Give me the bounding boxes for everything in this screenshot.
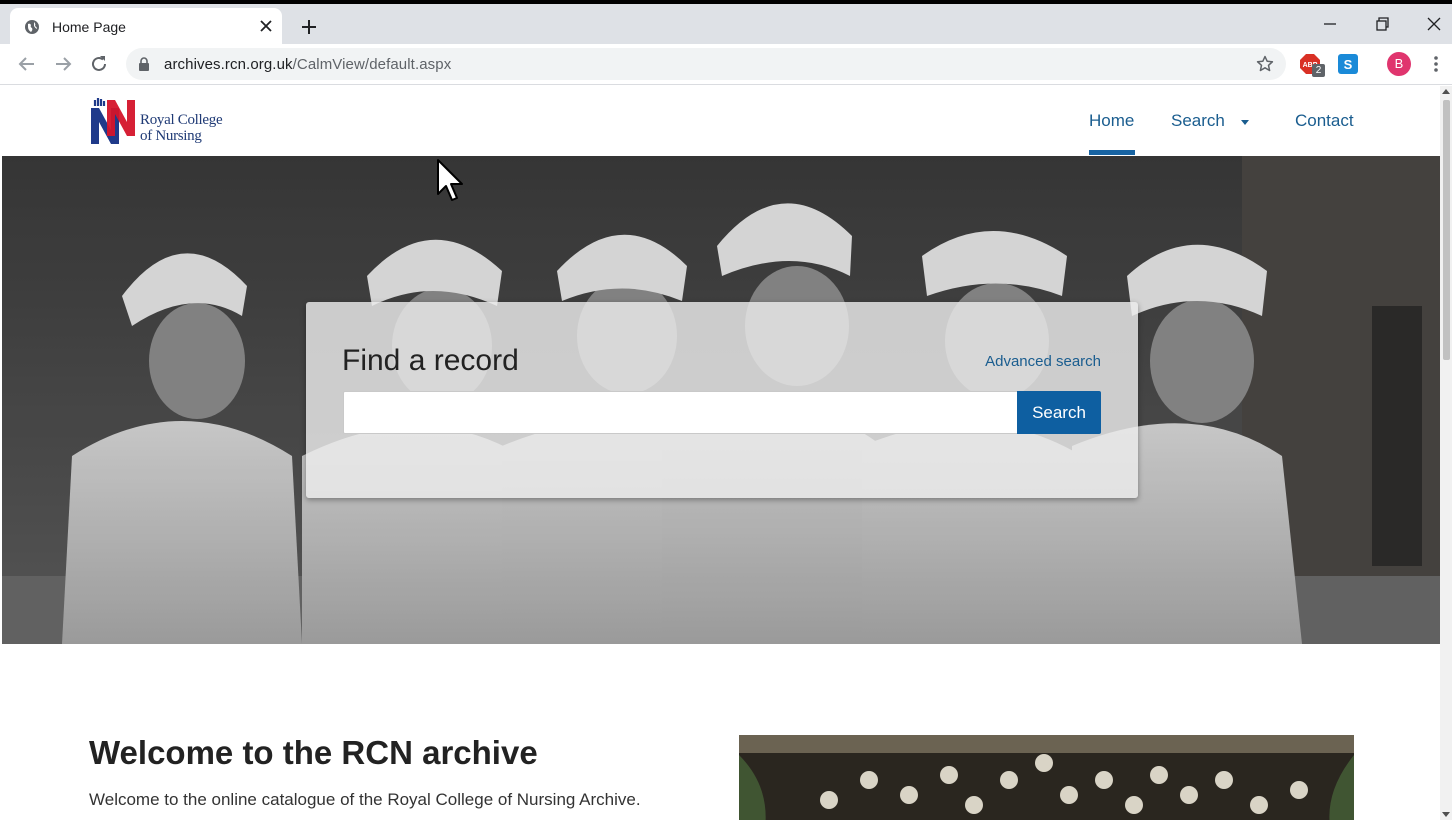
- minimize-icon[interactable]: [1318, 12, 1342, 36]
- star-icon[interactable]: [1256, 55, 1274, 73]
- find-record-title: Find a record: [342, 344, 519, 377]
- address-bar[interactable]: archives.rcn.org.uk/CalmView/default.asp…: [126, 48, 1286, 80]
- globe-icon: [25, 20, 39, 34]
- chevron-down-icon[interactable]: [1241, 120, 1249, 125]
- tab-title: Home Page: [52, 19, 126, 35]
- find-record-panel: Find a record Advanced search Search: [306, 302, 1138, 498]
- forward-icon[interactable]: [52, 53, 74, 75]
- logo-line-1: Royal College: [140, 112, 223, 128]
- mouse-cursor-icon: [437, 159, 463, 201]
- back-icon[interactable]: [16, 53, 38, 75]
- url-path: /CalmView/default.aspx: [292, 56, 452, 73]
- adblock-extension[interactable]: ABP 2: [1300, 54, 1325, 77]
- scrollbar-thumb[interactable]: [1443, 100, 1450, 360]
- more-vert-icon[interactable]: [1426, 53, 1446, 75]
- skype-extension[interactable]: S: [1338, 54, 1360, 76]
- nav-search[interactable]: Search: [1171, 111, 1225, 131]
- nav-active-indicator: [1089, 150, 1135, 155]
- welcome-title: Welcome to the RCN archive: [89, 734, 538, 771]
- page-viewport: Royal College of Nursing Home Search Con…: [0, 86, 1440, 820]
- browser-toolbar: archives.rcn.org.uk/CalmView/default.asp…: [0, 44, 1452, 85]
- search-button[interactable]: Search: [1017, 391, 1101, 434]
- site-header: Royal College of Nursing Home Search Con…: [0, 86, 1440, 156]
- nav-contact[interactable]: Contact: [1295, 111, 1354, 131]
- url-host: archives.rcn.org.uk: [164, 56, 293, 73]
- logo-text: Royal College of Nursing: [140, 112, 223, 144]
- lock-icon: [139, 57, 149, 71]
- browser-tab[interactable]: Home Page: [10, 8, 282, 48]
- close-icon[interactable]: [256, 16, 276, 36]
- browser-tab-strip: Home Page: [0, 0, 1452, 48]
- page-scrollbar[interactable]: [1440, 86, 1452, 820]
- scroll-up-icon[interactable]: [1442, 89, 1450, 94]
- archive-group-photo-image: [739, 735, 1354, 820]
- skype-icon: S: [1338, 54, 1358, 74]
- svg-text:S: S: [1344, 57, 1353, 72]
- profile-avatar[interactable]: B: [1387, 52, 1411, 76]
- advanced-search-link[interactable]: Advanced search: [985, 353, 1101, 370]
- plus-icon[interactable]: [298, 16, 320, 38]
- rcn-logo[interactable]: Royal College of Nursing: [89, 96, 229, 146]
- logo-line-2: of Nursing: [140, 128, 202, 144]
- window-close-icon[interactable]: [1422, 12, 1446, 36]
- url-text: archives.rcn.org.uk/CalmView/default.asp…: [164, 56, 451, 73]
- nav-home[interactable]: Home: [1089, 111, 1134, 131]
- scroll-down-icon[interactable]: [1442, 812, 1450, 817]
- extension-badge: 2: [1312, 64, 1325, 77]
- rcn-hands-logo-icon: [91, 98, 135, 144]
- welcome-text: Welcome to the online catalogue of the R…: [89, 790, 641, 809]
- search-input[interactable]: [343, 391, 1019, 434]
- restore-icon[interactable]: [1370, 12, 1394, 36]
- reload-icon[interactable]: [88, 53, 110, 75]
